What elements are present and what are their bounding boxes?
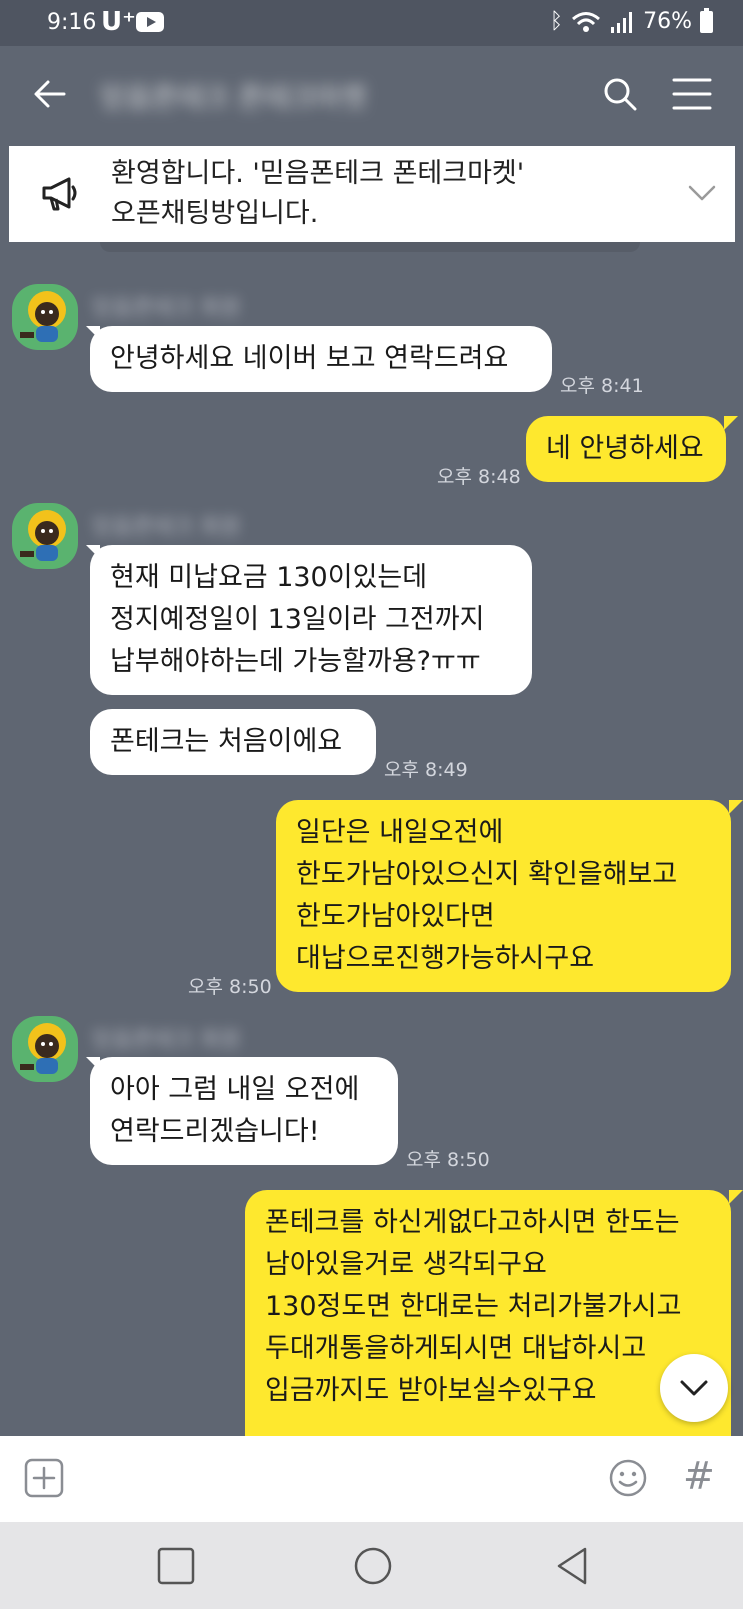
message-time: 오후 8:50 [188,976,272,998]
message-bubble-out[interactable]: 일단은 내일오전에 한도가남아있으신지 확인을해보고 한도가남아있다면 대납으로… [276,800,731,992]
message-time: 오후 8:49 [384,759,468,781]
search-icon[interactable] [600,74,640,114]
carrier-label: U⁺ [101,7,136,37]
message-bubble-out[interactable]: 네 안녕하세요 [526,416,726,482]
scroll-to-bottom-button[interactable] [660,1354,728,1422]
home-icon[interactable] [351,1544,395,1588]
bubble-tail [729,1190,743,1204]
message-input[interactable] [84,1454,584,1504]
bubble-tail [729,800,743,814]
avatar-character-icon [20,1023,66,1074]
notice-text: 환영합니다. '믿음폰테크 폰테크마켓' 오픈채팅방입니다. [111,158,525,229]
recent-apps-icon[interactable] [154,1544,198,1588]
bluetooth-icon: ᛒ [549,9,564,34]
sender-name: 믿음폰테크 회원 [92,1028,241,1053]
chevron-down-icon[interactable] [685,176,719,210]
megaphone-icon [42,177,77,211]
youtube-icon [136,12,164,32]
message-time: 오후 8:48 [437,466,521,488]
bubble-tail [724,416,738,430]
avatar[interactable] [12,284,78,350]
sender-name: 믿음폰테크 회원 [92,515,241,540]
sender-name: 믿음폰테크 회원 [92,296,241,321]
status-time: 9:16 [47,10,97,35]
avatar[interactable] [12,1016,78,1082]
back-nav-icon[interactable] [551,1544,595,1588]
menu-icon[interactable] [672,76,712,112]
message-bubble-out[interactable]: 폰테크를 하신게없다고하시면 한도는 남아있을거로 생각되구요 130정도면 한… [245,1190,731,1436]
avatar-character-icon [20,291,66,342]
notice-banner[interactable]: 환영합니다. '믿음폰테크 폰테크마켓' 오픈채팅방입니다. [9,146,735,242]
back-arrow-icon[interactable] [30,74,70,114]
battery-icon [700,7,713,33]
chat-header: 믿음폰테크 폰테크마켓 [0,46,743,146]
battery-percent: 76% [643,9,692,34]
avatar-character-icon [20,510,66,561]
signal-icon [611,11,633,33]
system-navigation-bar [0,1522,743,1609]
status-bar: 9:16 U⁺ ᛒ 76% [0,0,743,46]
chat-room-title: 믿음폰테크 폰테크마켓 [100,81,367,114]
emoji-icon[interactable] [608,1458,648,1498]
add-attachment-icon[interactable] [24,1458,64,1498]
message-bubble-in[interactable]: 폰테크는 처음이에요 [90,709,376,775]
wifi-icon [572,11,601,32]
notice-shadow [100,242,640,252]
message-time: 오후 8:50 [406,1149,490,1171]
message-bubble-in[interactable]: 현재 미납요금 130이있는데 정지예정일이 13일이라 그전까지 납부해야하는… [90,545,532,695]
avatar[interactable] [12,503,78,569]
hashtag-icon[interactable]: # [683,1454,715,1498]
message-bubble-in[interactable]: 안녕하세요 네이버 보고 연락드려요 [90,326,552,392]
message-bubble-in[interactable]: 아아 그럼 내일 오전에 연락드리겠습니다! [90,1057,398,1165]
message-input-bar: # [0,1436,743,1522]
message-time: 오후 8:41 [560,375,644,397]
chevron-down-icon [680,1380,708,1396]
